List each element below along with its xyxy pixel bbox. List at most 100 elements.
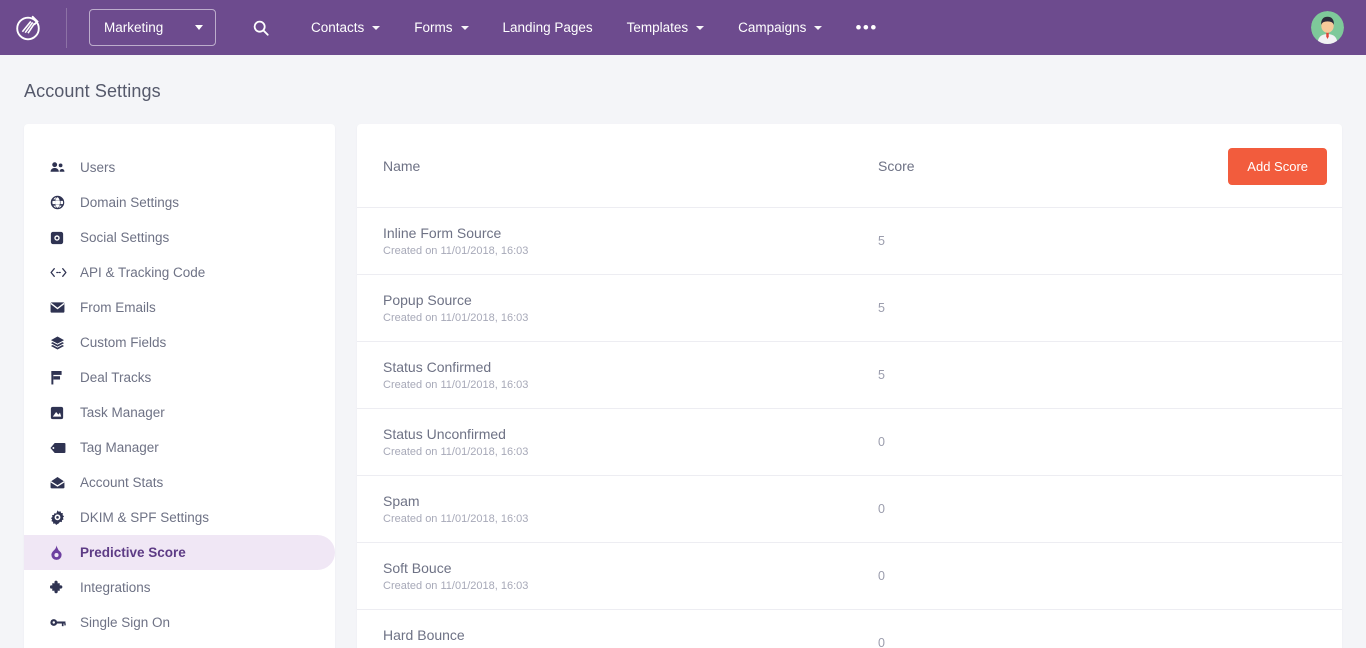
nav-overflow-button[interactable]: ••• (839, 0, 893, 55)
sidebar-item-label: Social Settings (80, 230, 169, 245)
user-avatar[interactable] (1311, 11, 1344, 44)
table-row[interactable]: Status Confirmed Created on 11/01/2018, … (357, 341, 1342, 408)
task-flag-icon (50, 406, 72, 420)
search-icon (252, 19, 270, 37)
table-row[interactable]: Hard Bounce Created on 11/01/2018, 16:03… (357, 609, 1342, 648)
row-title: Popup Source (383, 292, 878, 310)
sidebar-item-label: Deal Tracks (80, 370, 151, 385)
row-title: Spam (383, 493, 878, 511)
column-header-name: Name (383, 158, 878, 174)
sidebar-item-label: API & Tracking Code (80, 265, 205, 280)
main-nav-items: Contacts Forms Landing Pages Templates C… (294, 0, 894, 55)
deal-track-icon (50, 370, 72, 385)
row-created-date: Created on 11/01/2018, 16:03 (383, 245, 878, 257)
sidebar-item-account-stats[interactable]: Account Stats (24, 465, 335, 500)
row-created-date: Created on 11/01/2018, 16:03 (383, 513, 878, 525)
sidebar-item-social-settings[interactable]: Social Settings (24, 220, 335, 255)
sidebar-item-label: Account Stats (80, 475, 163, 490)
sidebar-item-label: Domain Settings (80, 195, 179, 210)
table-row[interactable]: Status Unconfirmed Created on 11/01/2018… (357, 408, 1342, 475)
row-score: 0 (878, 435, 1168, 449)
nav-item-campaigns[interactable]: Campaigns (721, 0, 839, 55)
sidebar-item-tag-manager[interactable]: Tag Manager (24, 430, 335, 465)
add-score-button[interactable]: Add Score (1228, 148, 1327, 185)
sidebar-item-task-manager[interactable]: Task Manager (24, 395, 335, 430)
globe-icon (50, 195, 72, 210)
settings-sidebar: Users Domain Settings Social Settings AP… (24, 124, 335, 648)
row-title: Soft Bouce (383, 560, 878, 578)
chevron-down-icon (372, 26, 380, 30)
row-created-date: Created on 11/01/2018, 16:03 (383, 580, 878, 592)
row-name-cell: Popup Source Created on 11/01/2018, 16:0… (383, 292, 878, 325)
row-score: 5 (878, 301, 1168, 315)
chevron-down-icon (814, 26, 822, 30)
sidebar-item-domain-settings[interactable]: Domain Settings (24, 185, 335, 220)
row-name-cell: Spam Created on 11/01/2018, 16:03 (383, 493, 878, 526)
row-name-cell: Hard Bounce Created on 11/01/2018, 16:03 (383, 627, 878, 648)
sidebar-item-label: Single Sign On (80, 615, 170, 630)
nav-item-landing-pages[interactable]: Landing Pages (486, 0, 610, 55)
sidebar-item-deal-tracks[interactable]: Deal Tracks (24, 360, 335, 395)
row-name-cell: Soft Bouce Created on 11/01/2018, 16:03 (383, 560, 878, 593)
table-row[interactable]: Soft Bouce Created on 11/01/2018, 16:03 … (357, 542, 1342, 609)
chevron-down-icon (461, 26, 469, 30)
row-name-cell: Inline Form Source Created on 11/01/2018… (383, 225, 878, 258)
sidebar-item-single-sign-on[interactable]: Single Sign On (24, 605, 335, 640)
sidebar-item-custom-fields[interactable]: Custom Fields (24, 325, 335, 360)
chevron-down-icon (696, 26, 704, 30)
sidebar-item-label: Integrations (80, 580, 151, 595)
sharpspring-logo-icon (13, 13, 43, 43)
row-title: Status Confirmed (383, 359, 878, 377)
sidebar-item-label: Custom Fields (80, 335, 166, 350)
table-row[interactable]: Spam Created on 11/01/2018, 16:03 0 ••• (357, 475, 1342, 542)
table-row[interactable]: Inline Form Source Created on 11/01/2018… (357, 207, 1342, 274)
envelope-icon (50, 301, 72, 314)
row-score: 0 (878, 636, 1168, 648)
nav-label: Forms (414, 20, 452, 35)
row-score: 0 (878, 502, 1168, 516)
sidebar-item-integrations[interactable]: Integrations (24, 570, 335, 605)
sidebar-item-predictive-score[interactable]: Predictive Score (24, 535, 335, 570)
sidebar-item-api-tracking-code[interactable]: API & Tracking Code (24, 255, 335, 290)
search-button[interactable] (244, 11, 278, 45)
nav-item-contacts[interactable]: Contacts (294, 0, 397, 55)
row-title: Status Unconfirmed (383, 426, 878, 444)
row-name-cell: Status Confirmed Created on 11/01/2018, … (383, 359, 878, 392)
predictive-score-panel: Name Score Add Score Inline Form Source … (357, 124, 1342, 648)
row-score: 5 (878, 234, 1168, 248)
row-name-cell: Status Unconfirmed Created on 11/01/2018… (383, 426, 878, 459)
app-logo[interactable] (4, 0, 52, 55)
social-share-icon (50, 231, 72, 245)
sidebar-item-label: Task Manager (80, 405, 165, 420)
nav-label: Landing Pages (503, 20, 593, 35)
nav-label: Templates (627, 20, 689, 35)
gear-target-icon (50, 510, 72, 525)
sidebar-item-from-emails[interactable]: From Emails (24, 290, 335, 325)
row-created-date: Created on 11/01/2018, 16:03 (383, 446, 878, 458)
top-navigation-bar: Marketing Contacts Forms Landing Pages T… (0, 0, 1366, 55)
sidebar-item-label: Tag Manager (80, 440, 159, 455)
avatar-image (1311, 11, 1344, 44)
column-header-score: Score (878, 158, 1168, 174)
layers-icon (50, 336, 72, 350)
header-divider (66, 8, 67, 48)
chevron-down-icon (195, 25, 203, 30)
page-content: Users Domain Settings Social Settings AP… (0, 102, 1366, 648)
nav-item-templates[interactable]: Templates (610, 0, 722, 55)
key-icon (50, 617, 72, 628)
users-icon (50, 160, 72, 175)
row-title: Hard Bounce (383, 627, 878, 645)
table-row[interactable]: Popup Source Created on 11/01/2018, 16:0… (357, 274, 1342, 341)
code-brackets-icon (50, 266, 72, 279)
sidebar-item-users[interactable]: Users (24, 150, 335, 185)
nav-item-forms[interactable]: Forms (397, 0, 485, 55)
tag-icon (50, 442, 72, 454)
page-title: Account Settings (0, 55, 1366, 102)
sidebar-item-label: DKIM & SPF Settings (80, 510, 209, 525)
nav-label: Contacts (311, 20, 364, 35)
account-selector-label: Marketing (104, 20, 163, 35)
sidebar-item-dkim-spf-settings[interactable]: DKIM & SPF Settings (24, 500, 335, 535)
account-selector[interactable]: Marketing (89, 9, 216, 46)
puzzle-piece-icon (50, 580, 72, 595)
sidebar-item-label: Users (80, 160, 115, 175)
